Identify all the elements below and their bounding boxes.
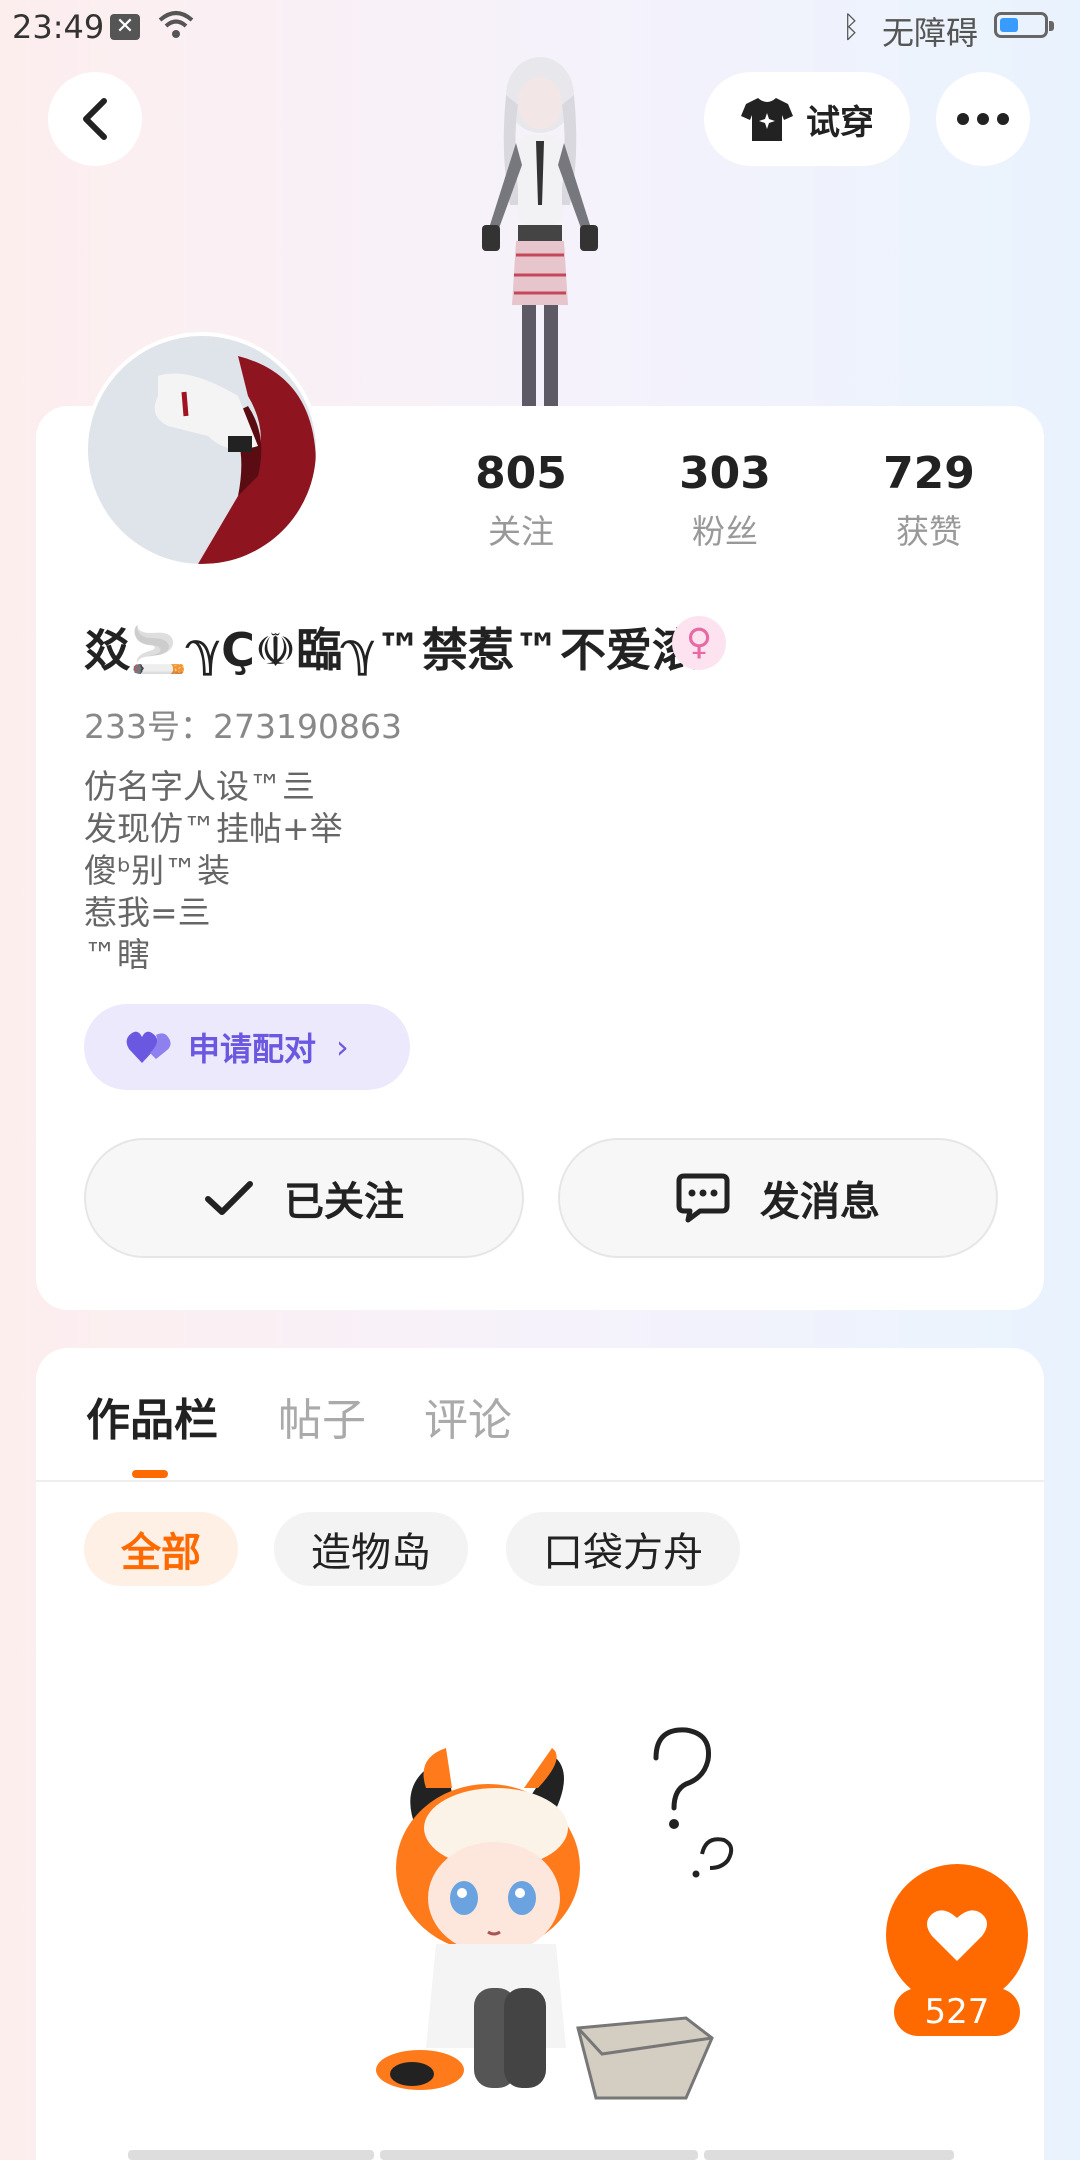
shirt-icon	[741, 98, 793, 141]
more-button[interactable]	[936, 72, 1030, 166]
tab-works[interactable]: 作品栏	[86, 1384, 218, 1448]
female-icon: ♀	[672, 616, 726, 670]
tab-posts[interactable]: 帖子	[278, 1384, 366, 1448]
bluetooth-icon: ᛒ	[842, 10, 860, 45]
followed-label: 已关注	[284, 1179, 404, 1225]
heart-icon	[927, 1910, 987, 1961]
likes-stat[interactable]: 729 获赞	[854, 448, 1004, 553]
tabs-divider	[36, 1480, 1044, 1482]
status-bar: 23:49 ✕ ᛒ 无障碍	[0, 0, 1080, 56]
tab-comments[interactable]: 评论	[424, 1384, 512, 1448]
request-pair-label: 申请配对	[188, 1030, 317, 1068]
user-id: 233号：273190863	[84, 707, 402, 746]
filter-all[interactable]: 全部	[84, 1512, 238, 1586]
send-message-label: 发消息	[760, 1179, 880, 1225]
followed-button[interactable]: 已关注	[84, 1138, 524, 1258]
wifi-icon	[158, 11, 194, 38]
empty-state-mascot	[376, 1727, 734, 2100]
like-count: 527	[894, 1988, 1020, 2036]
notification-icon: ✕	[110, 14, 140, 40]
profile-name: 㸚🚬ℽÇ☫臨ℽ™禁惹™不爱滚	[84, 623, 699, 677]
try-on-button[interactable]: 试穿	[704, 72, 910, 166]
followers-stat[interactable]: 303 粉丝	[650, 448, 800, 553]
following-label: 关注	[488, 512, 554, 551]
chevron-left-icon	[83, 98, 107, 140]
check-icon	[205, 1181, 253, 1215]
filter-pocket-ark[interactable]: 口袋方舟	[506, 1512, 740, 1586]
followers-count: 303	[679, 448, 771, 499]
chat-bubble-icon	[676, 1173, 730, 1223]
filter-creation-island[interactable]: 造物岛	[274, 1512, 468, 1586]
like-button[interactable]	[886, 1864, 1028, 2006]
request-pair-button[interactable]: 申请配对 ›	[84, 1004, 410, 1090]
grid-divider	[380, 2150, 698, 2160]
hearts-icon	[126, 1031, 171, 1063]
grid-divider	[128, 2150, 374, 2160]
character-model	[482, 57, 598, 410]
accessibility-label: 无障碍	[882, 14, 979, 52]
likes-count: 729	[883, 448, 975, 499]
back-button[interactable]	[48, 72, 142, 166]
chevron-right-icon: ›	[336, 1028, 349, 1066]
avatar[interactable]	[84, 332, 320, 568]
try-on-label: 试穿	[806, 102, 874, 143]
more-icon	[957, 113, 1009, 125]
following-stat[interactable]: 805 关注	[446, 448, 596, 553]
profile-bio: 仿名字人设™亖 发现仿™挂帖+举 傻ᵇ别™装 惹我=亖 ™瞎	[84, 767, 343, 974]
send-message-button[interactable]: 发消息	[558, 1138, 998, 1258]
active-tab-indicator	[132, 1470, 168, 1478]
battery-icon	[994, 12, 1054, 38]
following-count: 805	[475, 448, 567, 499]
grid-divider	[704, 2150, 954, 2160]
avatar-image	[88, 336, 316, 564]
likes-label: 获赞	[896, 512, 962, 551]
status-time: 23:49	[12, 8, 105, 46]
followers-label: 粉丝	[692, 512, 758, 551]
